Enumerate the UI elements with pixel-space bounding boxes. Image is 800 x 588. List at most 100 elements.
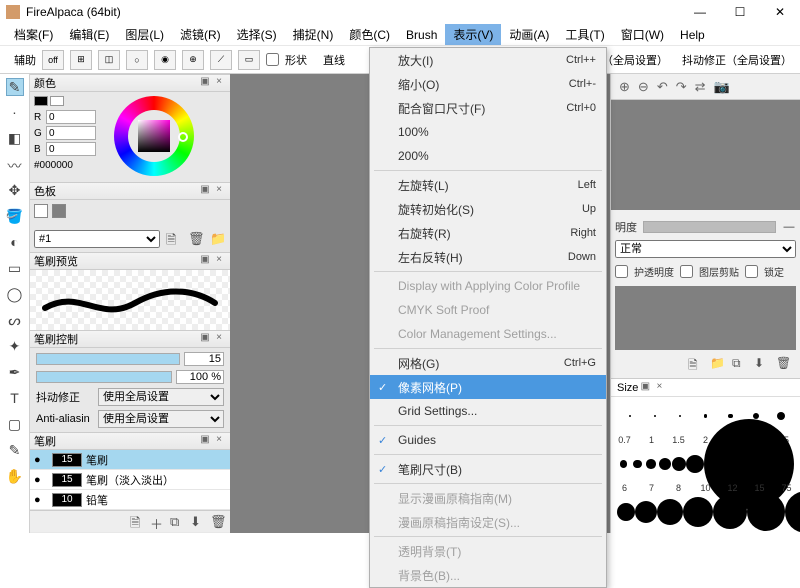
hand-tool-icon[interactable]: ✋: [6, 468, 24, 486]
text-tool-icon[interactable]: T: [6, 390, 24, 408]
brush-dup-icon[interactable]: ⧉: [170, 514, 186, 530]
menu-item[interactable]: 滤镜(R): [172, 24, 229, 45]
blend-mode-select[interactable]: 正常: [615, 240, 796, 258]
close-button[interactable]: ✕: [760, 0, 800, 24]
brush-del-icon[interactable]: 🗑: [210, 514, 226, 530]
preset-select[interactable]: #1: [34, 230, 160, 248]
wand-tool-icon[interactable]: ✦: [6, 338, 24, 356]
menu-dropdown-item[interactable]: 左旋转(L)Left: [370, 173, 606, 197]
toolbar-btn-1[interactable]: ⊞: [70, 50, 92, 70]
layer-merge-icon[interactable]: ⬇: [754, 356, 770, 372]
menu-item[interactable]: Help: [672, 26, 713, 44]
size-value[interactable]: 15: [184, 352, 224, 366]
layer-new-icon[interactable]: 🗎: [688, 356, 704, 372]
menu-dropdown-item[interactable]: 100%: [370, 120, 606, 144]
select-rect-tool-icon[interactable]: ▭: [6, 260, 24, 278]
layer-del-icon[interactable]: 🗑: [776, 356, 792, 372]
minimize-button[interactable]: —: [680, 0, 720, 24]
toolbar-btn-7[interactable]: ▭: [238, 50, 260, 70]
lock-checkbox[interactable]: [745, 265, 758, 278]
toolbar-btn-5[interactable]: ⊕: [182, 50, 204, 70]
preset-delete-icon[interactable]: 🗑: [188, 231, 204, 247]
bg-swatch[interactable]: [50, 96, 64, 106]
size-dot[interactable]: [642, 401, 667, 431]
off-button[interactable]: off: [42, 50, 64, 70]
brush-down-icon[interactable]: ⬇: [190, 514, 206, 530]
menu-dropdown-item[interactable]: Grid Settings...: [370, 399, 606, 423]
lasso-tool-icon[interactable]: ᔕ: [6, 312, 24, 330]
toolbar-btn-2[interactable]: ◫: [98, 50, 120, 70]
menu-dropdown-item[interactable]: 旋转初始化(S)Up: [370, 197, 606, 221]
layer-opacity-slider[interactable]: [643, 221, 776, 233]
g-input[interactable]: [46, 126, 96, 140]
toolbar-btn-4[interactable]: ◉: [154, 50, 176, 70]
move-tool-icon[interactable]: ✥: [6, 182, 24, 200]
r-input[interactable]: [46, 110, 96, 124]
zoom-out-icon[interactable]: ⊖: [638, 79, 649, 95]
menu-dropdown-item[interactable]: 放大(I)Ctrl++: [370, 48, 606, 72]
fg-swatch[interactable]: [34, 96, 48, 106]
preset-new-icon[interactable]: 🗎: [166, 231, 182, 247]
shape-tool-icon[interactable]: ▢: [6, 416, 24, 434]
pen-tool-icon[interactable]: ✒: [6, 364, 24, 382]
menu-item[interactable]: 捕捉(N): [285, 24, 342, 45]
size-dot[interactable]: [644, 449, 658, 479]
opacity-slider[interactable]: [36, 371, 172, 383]
size-dot[interactable]: [704, 449, 794, 479]
layer-thumb[interactable]: [615, 286, 796, 350]
size-dot[interactable]: [693, 401, 718, 431]
brush-row[interactable]: ●15笔刷: [30, 450, 230, 470]
camera-icon[interactable]: 📷: [714, 79, 730, 95]
menu-item[interactable]: 颜色(C): [341, 24, 398, 45]
preset-folder-icon[interactable]: 📁: [210, 231, 226, 247]
smudge-tool-icon[interactable]: 〰: [6, 156, 24, 174]
menu-dropdown-item[interactable]: 缩小(O)Ctrl+-: [370, 72, 606, 96]
shape-checkbox[interactable]: [266, 53, 279, 66]
menu-item[interactable]: 编辑(E): [61, 24, 117, 45]
size-dot[interactable]: [668, 401, 693, 431]
brush-add-icon[interactable]: ＋: [150, 514, 166, 530]
menu-dropdown-item[interactable]: 配合窗口尺寸(F)Ctrl+0: [370, 96, 606, 120]
menu-item[interactable]: 选择(S): [229, 24, 285, 45]
size-dot[interactable]: [713, 497, 747, 527]
size-dot[interactable]: [617, 449, 631, 479]
menu-item[interactable]: Brush: [398, 26, 445, 44]
brush-row[interactable]: ●15笔刷（淡入淡出）: [30, 470, 230, 490]
menu-item[interactable]: 窗口(W): [613, 24, 672, 45]
navigator-view[interactable]: [611, 100, 800, 210]
flip-icon[interactable]: ⇄: [695, 79, 706, 95]
brush-new-icon[interactable]: 🗎: [130, 514, 146, 530]
size-dot[interactable]: [747, 497, 785, 527]
toolbar-btn-3[interactable]: ○: [126, 50, 148, 70]
protect-alpha-checkbox[interactable]: [615, 265, 628, 278]
clip-checkbox[interactable]: [680, 265, 693, 278]
maximize-button[interactable]: ☐: [720, 0, 760, 24]
menu-dropdown-item[interactable]: ✓Guides: [370, 428, 606, 452]
menu-item[interactable]: 工具(T): [557, 24, 612, 45]
zoom-in-icon[interactable]: ⊕: [619, 79, 630, 95]
eraser-tool-icon[interactable]: ◧: [6, 130, 24, 148]
layer-dup-icon[interactable]: ⧉: [732, 356, 748, 372]
menu-dropdown-item[interactable]: ✓笔刷尺寸(B): [370, 457, 606, 481]
layer-folder-icon[interactable]: 📁: [710, 356, 726, 372]
menu-dropdown-item[interactable]: 200%: [370, 144, 606, 168]
rotate-right-icon[interactable]: ↷: [676, 79, 687, 95]
menu-item[interactable]: 档案(F): [6, 24, 61, 45]
dot-tool-icon[interactable]: ·: [6, 104, 24, 122]
size-dot[interactable]: [617, 401, 642, 431]
size-dot[interactable]: [635, 497, 657, 527]
select-ellipse-tool-icon[interactable]: ◯: [6, 286, 24, 304]
jitter-select[interactable]: 使用全局设置: [98, 388, 224, 406]
gradient-tool-icon[interactable]: ◐: [6, 234, 24, 252]
fill-tool-icon[interactable]: 🪣: [6, 208, 24, 226]
brush-row[interactable]: ●10铅笔: [30, 490, 230, 510]
palette-swatch[interactable]: [34, 204, 48, 218]
panel-float-icon[interactable]: ▣: [198, 76, 212, 90]
rotate-left-icon[interactable]: ↶: [657, 79, 668, 95]
b-input[interactable]: [46, 142, 96, 156]
picker-tool-icon[interactable]: ✎: [6, 442, 24, 460]
color-wheel[interactable]: [114, 96, 194, 176]
menu-item[interactable]: 表示(V): [445, 24, 501, 45]
size-dot[interactable]: [658, 449, 672, 479]
brush-tool-icon[interactable]: ✎: [6, 78, 24, 96]
